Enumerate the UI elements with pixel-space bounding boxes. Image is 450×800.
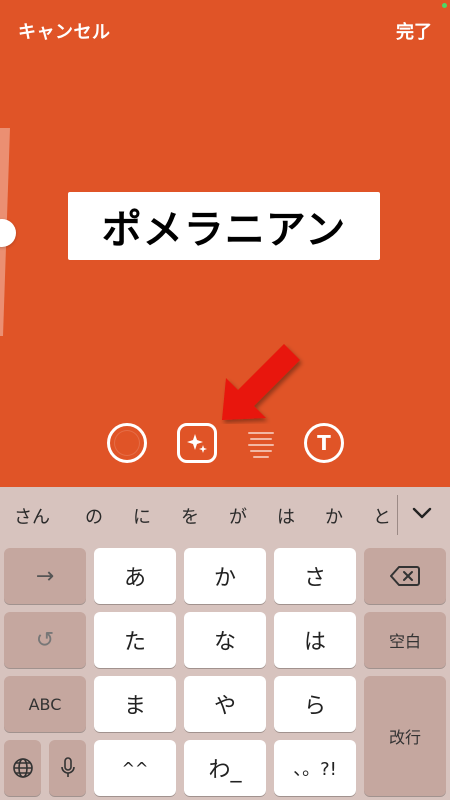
key-ma[interactable]: ま [94, 676, 176, 732]
text-size-slider-handle[interactable] [0, 219, 16, 247]
candidate-item[interactable]: は [277, 503, 295, 529]
key-wa[interactable]: わ_ [184, 740, 266, 796]
text-sticker[interactable]: ポメラニアン [68, 192, 380, 260]
candidate-item[interactable]: か [325, 503, 343, 529]
key-ra[interactable]: ら [274, 676, 356, 732]
font-style-button[interactable]: T [304, 423, 344, 463]
japanese-keyboard: さん の に を が は か と → あ か さ ↺ た な は 空白 ABC … [0, 487, 450, 800]
text-editor-screen: キャンセル 完了 ポメラニアン T さん の に を が は か と → あ か… [0, 0, 450, 800]
undo-key[interactable]: ↺ [4, 612, 86, 668]
key-na[interactable]: な [184, 612, 266, 668]
return-key[interactable]: 改行 [364, 676, 446, 796]
status-dot [442, 3, 447, 8]
cancel-button[interactable]: キャンセル [18, 18, 111, 44]
top-bar: キャンセル 完了 [0, 0, 450, 60]
abc-key[interactable]: ABC [4, 676, 86, 732]
candidate-item[interactable]: を [181, 503, 199, 529]
kaomoji-key[interactable]: ^^ [94, 740, 176, 796]
backspace-icon [390, 566, 420, 586]
undo-icon: ↺ [35, 627, 55, 653]
candidate-item[interactable]: に [133, 503, 151, 529]
key-ka[interactable]: か [184, 548, 266, 604]
microphone-icon [60, 757, 75, 777]
color-circle-icon [114, 430, 140, 456]
key-ya[interactable]: や [184, 676, 266, 732]
dictation-key[interactable] [49, 740, 86, 796]
text-effect-button[interactable] [177, 423, 217, 463]
chevron-down-icon[interactable] [410, 501, 434, 525]
key-ta[interactable]: た [94, 612, 176, 668]
tool-row: T [0, 423, 450, 467]
candidate-item[interactable]: の [85, 503, 103, 529]
done-button[interactable]: 完了 [396, 18, 432, 44]
red-arrow-icon [222, 344, 300, 420]
delete-key[interactable] [364, 548, 446, 604]
punctuation-key[interactable]: 、。?! [274, 740, 356, 796]
key-a[interactable]: あ [94, 548, 176, 604]
color-picker-button[interactable] [107, 423, 147, 463]
next-key[interactable]: → [4, 548, 86, 604]
candidate-item[interactable]: と [373, 503, 391, 529]
sparkle-icon [187, 434, 207, 453]
align-button[interactable] [241, 423, 281, 463]
arrow-right-icon: → [35, 563, 55, 589]
candidate-divider [397, 495, 398, 535]
space-key[interactable]: 空白 [364, 612, 446, 668]
text-sticker-label: ポメラニアン [101, 207, 347, 253]
align-lines-icon [248, 432, 274, 458]
candidate-item[interactable]: が [229, 503, 247, 529]
globe-key[interactable] [4, 740, 41, 796]
globe-icon [12, 758, 33, 778]
candidate-bar: さん の に を が は か と [0, 487, 450, 543]
candidate-item[interactable]: さん [14, 503, 50, 529]
text-t-icon: T [317, 431, 331, 455]
key-ha[interactable]: は [274, 612, 356, 668]
key-sa[interactable]: さ [274, 548, 356, 604]
